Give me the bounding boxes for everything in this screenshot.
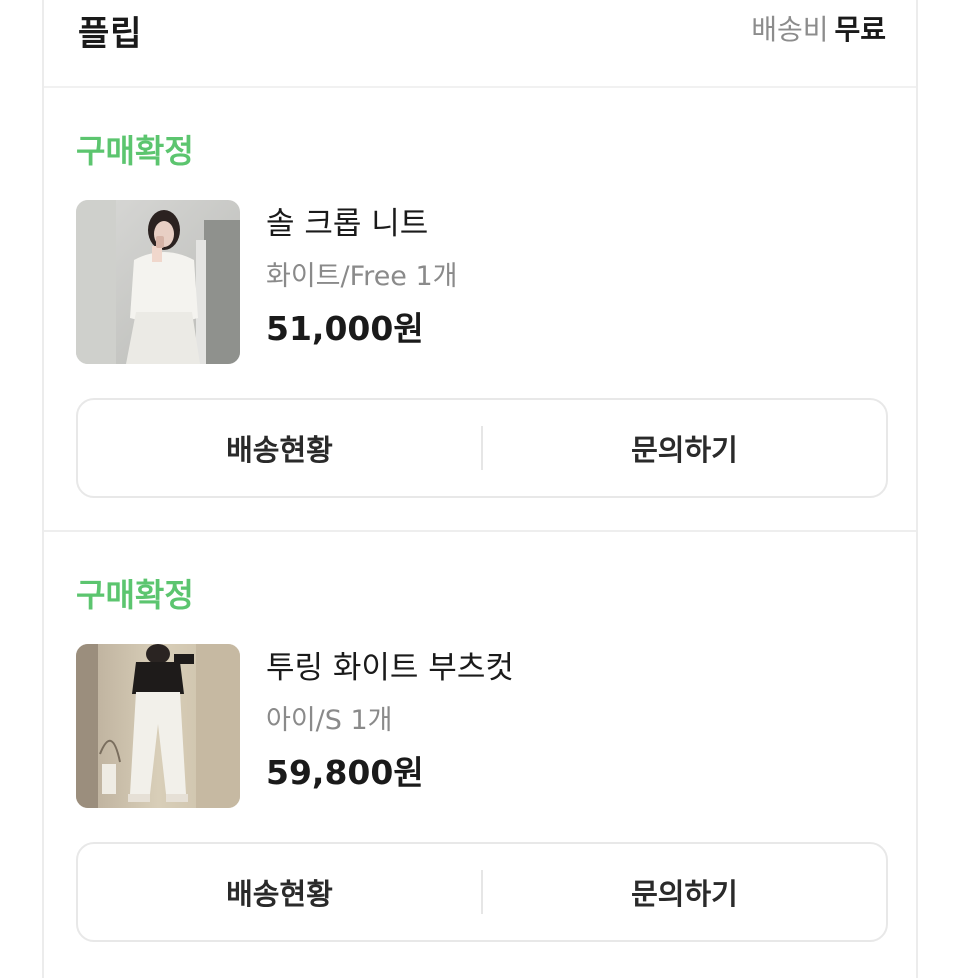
- order-status: 구매확정: [76, 576, 194, 614]
- product-name[interactable]: 투링 화이트 부츠컷: [266, 642, 514, 687]
- product-price: 59,800원: [266, 753, 424, 792]
- product-name[interactable]: 솔 크롭 니트: [266, 198, 428, 243]
- product-thumbnail[interactable]: [76, 644, 240, 808]
- shop-header: 플립 배송비 무료: [44, 0, 916, 88]
- shipping-status-button[interactable]: 배송현황: [78, 844, 481, 940]
- order-card: 플립 배송비 무료 구매확정 솔 크롭 니트 화이트/Free 1개 51,00…: [42, 0, 918, 978]
- shipping-fee-label: 배송비: [751, 13, 829, 46]
- inquiry-button[interactable]: 문의하기: [483, 844, 886, 940]
- shipping-fee: 배송비 무료: [751, 8, 886, 48]
- product-option: 아이/S 1개: [266, 705, 393, 736]
- product-option: 화이트/Free 1개: [266, 261, 458, 292]
- shipping-fee-value: 무료: [834, 13, 886, 46]
- product-thumbnail[interactable]: [76, 200, 240, 364]
- inquiry-button[interactable]: 문의하기: [483, 400, 886, 496]
- shipping-status-button[interactable]: 배송현황: [78, 400, 481, 496]
- order-actions: 배송현황 문의하기: [76, 398, 888, 498]
- order-item: 구매확정 솔 크롭 니트 화이트/Free 1개 51,000원 배송현황 문의…: [44, 88, 916, 532]
- order-item: 구매확정 투링 화이트 부츠컷 아이/S 1개 59,800원 배송현황 문의하…: [44, 532, 916, 974]
- product-price: 51,000원: [266, 309, 424, 348]
- order-actions: 배송현황 문의하기: [76, 842, 888, 942]
- order-status: 구매확정: [76, 132, 194, 170]
- shop-name[interactable]: 플립: [78, 6, 143, 55]
